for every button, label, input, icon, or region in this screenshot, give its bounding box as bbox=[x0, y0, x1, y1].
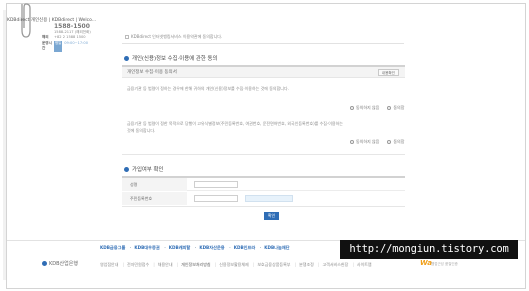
divider bbox=[122, 43, 404, 44]
consent-paragraph-2: 금융기관 등 법령이 정한 목적으로 당행이 고유식별정보(주민등록번호, 여권… bbox=[127, 121, 343, 126]
section-consent-title: 개인(신용)정보 수집·이용에 관한 동의 bbox=[124, 54, 217, 62]
terms-agree-row: KDBdirect 인터넷뱅킹서비스 이용약관에 동의합니다. bbox=[125, 34, 222, 40]
radio-agree-1[interactable]: 동의함 bbox=[387, 105, 404, 111]
section-title-text: 가입여부 확인 bbox=[132, 167, 164, 173]
family-link[interactable]: KDB캐피탈 bbox=[161, 245, 190, 250]
consent-header-label: 개인정보 수집·이용 동의서 bbox=[127, 70, 177, 75]
bullet-icon bbox=[124, 55, 129, 61]
family-link[interactable]: KDB대우증권 bbox=[127, 245, 160, 250]
footer-link[interactable]: 사이트맵 bbox=[350, 262, 372, 267]
weekday-badge: 평일 bbox=[54, 40, 63, 52]
business-hours: 09:00~17:00 bbox=[64, 40, 88, 45]
bullet-icon bbox=[124, 166, 129, 172]
footer-link[interactable]: 채용안내 bbox=[150, 262, 172, 267]
terms-agree-label: KDBdirect 인터넷뱅킹서비스 이용약관에 동의합니다. bbox=[131, 34, 223, 39]
terms-checkbox[interactable] bbox=[125, 35, 129, 39]
name-label: 성명 bbox=[122, 178, 187, 191]
radio-disagree-2[interactable]: 동의하지 않음 bbox=[350, 139, 379, 145]
left-shadow bbox=[3, 10, 6, 280]
footer-links: 영업점안내 전자민원접수 채용안내 개인정보처리방침 신용정보활용체제 보호금융… bbox=[100, 262, 372, 268]
section-membership-title: 가입여부 확인 bbox=[124, 165, 163, 173]
family-link[interactable]: KDB인프라 bbox=[226, 245, 255, 250]
group-family-links: KDB금융그룹 KDB대우증권 KDB캐피탈 KDB자산운용 KDB인프라 KD… bbox=[100, 245, 290, 251]
consent-box: 개인정보 수집·이용 동의서 내용확인 금융기관 등 법령이 정하는 경우에 한… bbox=[122, 65, 405, 155]
kdb-logo-text: KDB산업은행 bbox=[49, 261, 78, 267]
footer-link[interactable]: 개인정보처리방침 bbox=[174, 262, 211, 267]
rrn-row: 주민등록번호 bbox=[122, 192, 405, 205]
radio-circle bbox=[350, 140, 354, 144]
radio-circle bbox=[350, 106, 354, 110]
web-accessibility-label: 웹접근성 품질인증 bbox=[431, 262, 458, 266]
name-input[interactable] bbox=[194, 181, 238, 188]
radio-agree-2[interactable]: 동의함 bbox=[387, 139, 404, 145]
kdb-logo-icon bbox=[42, 261, 47, 266]
footer-link[interactable]: 영업점안내 bbox=[100, 262, 118, 267]
footer-link[interactable]: 보호금융상품등록부 bbox=[250, 262, 290, 267]
consent-header: 개인정보 수집·이용 동의서 내용확인 bbox=[122, 67, 405, 78]
footer-link[interactable]: 전자민원접수 bbox=[120, 262, 149, 267]
family-link[interactable]: KDB자산운용 bbox=[192, 245, 225, 250]
family-link[interactable]: KDB나눔재단 bbox=[257, 245, 290, 250]
consent-1-radios: 동의하지 않음 동의함 bbox=[350, 105, 404, 111]
radio-circle bbox=[387, 106, 392, 110]
membership-form: 성명 주민등록번호 bbox=[122, 176, 405, 207]
radio-label: 동의하지 않음 bbox=[356, 139, 380, 144]
footer-link[interactable]: 고객서비스헌장 bbox=[315, 262, 348, 267]
consent-paragraph-2-cont: 것에 동의합니다. bbox=[127, 128, 156, 133]
rrn-back-input[interactable] bbox=[245, 195, 293, 202]
name-row: 성명 bbox=[122, 178, 405, 191]
rrn-front-input[interactable] bbox=[194, 195, 238, 202]
consent-2-radios: 동의하지 않음 동의함 bbox=[350, 139, 404, 145]
radio-label: 동의함 bbox=[393, 139, 405, 144]
consent-paragraph-1: 금융기관 등 법령이 정하는 경우에 한해 귀하의 개인(신용)정보를 수집·이… bbox=[127, 86, 289, 91]
footer-link[interactable]: 분쟁조정 bbox=[292, 262, 314, 267]
radio-disagree-1[interactable]: 동의하지 않음 bbox=[350, 105, 379, 111]
footer-link[interactable]: 신용정보활용체제 bbox=[212, 262, 249, 267]
confirm-button[interactable]: 확인 bbox=[264, 212, 279, 220]
contact-card: 1588-1500 1588-2117 (해외전화) 해외 +82 2 1588… bbox=[42, 24, 117, 66]
family-link[interactable]: KDB금융그룹 bbox=[100, 245, 125, 250]
contact-label: 운영시간 bbox=[42, 40, 52, 51]
kdb-logo: KDB산업은행 bbox=[42, 260, 78, 267]
blog-watermark: http://mongiun.tistory.com bbox=[340, 240, 518, 259]
section-title-text: 개인(신용)정보 수집·이용에 관한 동의 bbox=[132, 56, 218, 62]
view-details-button[interactable]: 내용확인 bbox=[377, 69, 399, 76]
radio-label: 동의함 bbox=[393, 105, 405, 110]
rrn-label: 주민등록번호 bbox=[122, 192, 187, 205]
radio-circle bbox=[387, 140, 392, 144]
radio-label: 동의하지 않음 bbox=[356, 105, 380, 110]
